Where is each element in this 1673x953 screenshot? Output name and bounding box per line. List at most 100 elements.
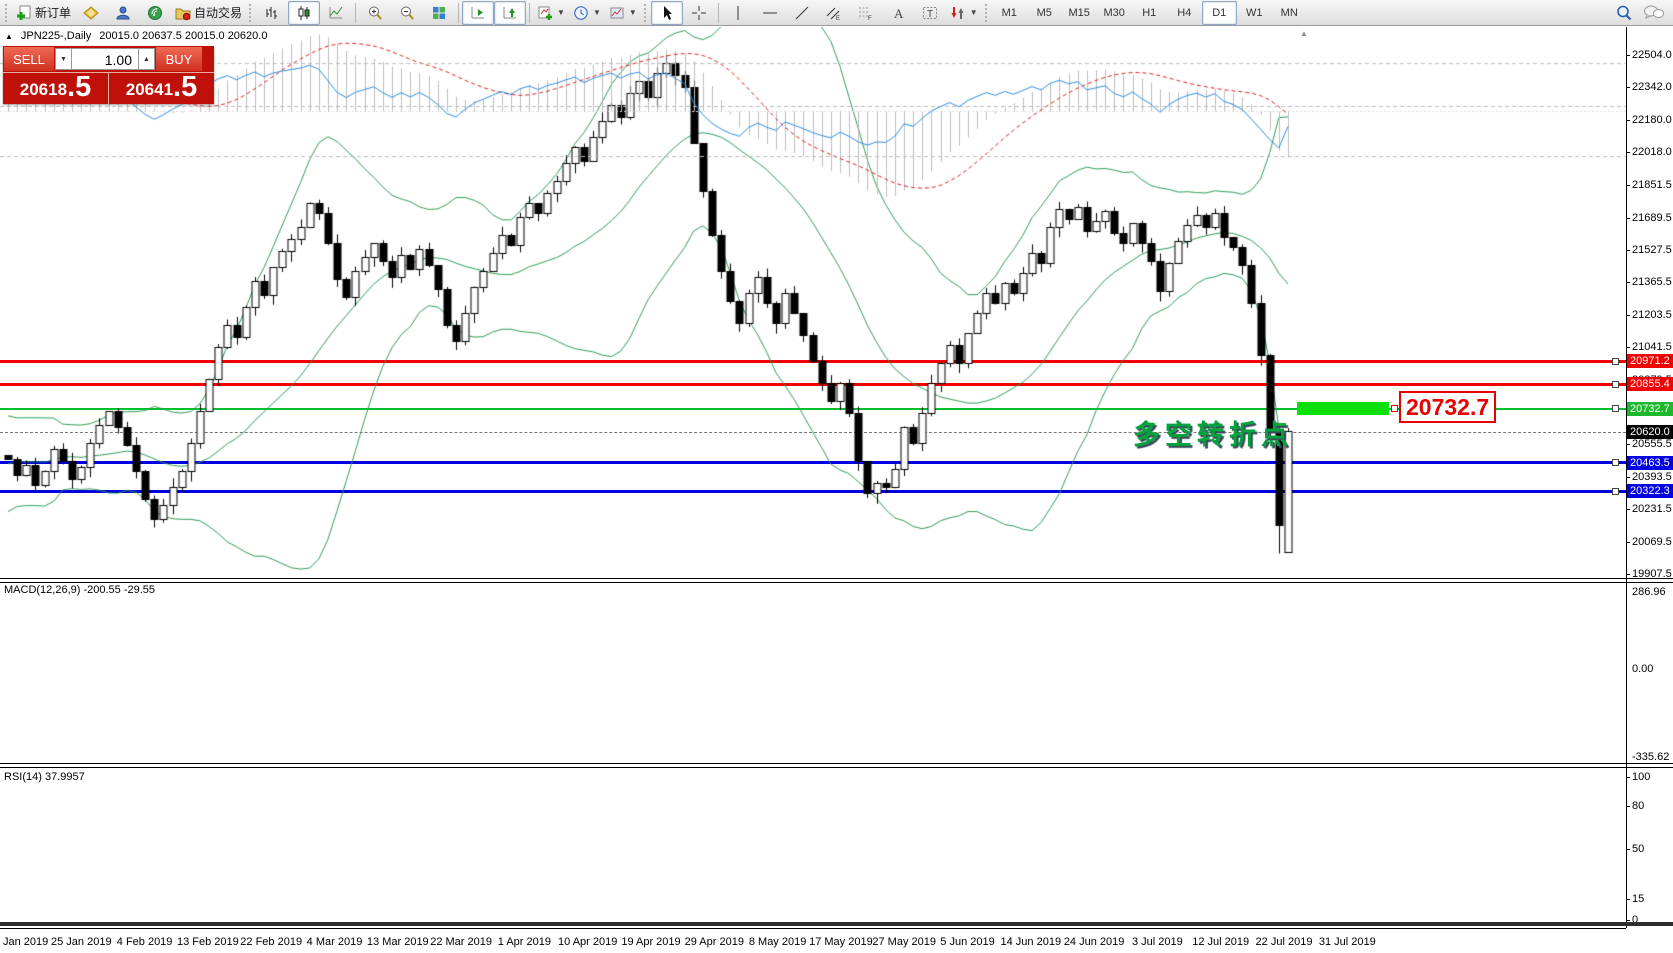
rsi-label: RSI(14) 37.9957 [4, 771, 85, 783]
timeframe-m30[interactable]: M30 [1097, 1, 1132, 25]
pane-separator[interactable] [0, 763, 1673, 768]
timeframe-h4[interactable]: H4 [1167, 1, 1202, 25]
fibonacci-icon: F [858, 5, 874, 21]
text-label-button[interactable]: T [914, 1, 946, 25]
date-label: 22 Jul 2019 [1256, 936, 1313, 948]
axis-tick [1626, 542, 1630, 543]
tile-windows-button[interactable] [423, 1, 455, 25]
sell-button[interactable]: SELL [4, 47, 54, 71]
fibonacci-button[interactable]: F [850, 1, 882, 25]
template-button[interactable]: ▼ [605, 1, 641, 25]
axis-tick [1626, 152, 1630, 153]
crosshair-icon [691, 5, 707, 21]
auto-scroll-button[interactable] [462, 1, 494, 25]
horizontal-line-button[interactable] [754, 1, 786, 25]
date-label: 1 Apr 2019 [498, 936, 551, 948]
date-label: 19 Apr 2019 [621, 936, 680, 948]
date-label: 22 Feb 2019 [240, 936, 302, 948]
crosshair-button[interactable] [683, 1, 715, 25]
volume-decrease-button[interactable]: ▼ [55, 48, 72, 70]
vertical-line-icon [730, 5, 746, 21]
symbol-period-label: JPN225-,Daily [21, 30, 91, 42]
rsi-axis-tick [1626, 806, 1630, 807]
date-label: 13 Mar 2019 [367, 936, 429, 948]
vertical-line-button[interactable] [722, 1, 754, 25]
text-label-icon: T [922, 5, 938, 21]
chart-title: ▲ JPN225-,Daily 20015.0 20637.5 20015.0 … [5, 30, 267, 42]
separator [458, 3, 459, 23]
clock-icon [573, 5, 589, 21]
collapse-triangle-icon[interactable]: ▲ [5, 32, 13, 41]
equidistant-channel-button[interactable]: E [818, 1, 850, 25]
timeframe-h1[interactable]: H1 [1132, 1, 1167, 25]
arrows-button[interactable]: ▼ [946, 1, 982, 25]
chevron-down-icon: ▼ [970, 8, 978, 17]
price-tag: 20463.5 [1627, 456, 1673, 470]
search-icon[interactable] [1615, 4, 1633, 22]
candlestick-chart-button[interactable] [288, 1, 320, 25]
svg-text:F: F [868, 16, 872, 21]
date-label: 10 Apr 2019 [558, 936, 617, 948]
chevron-down-icon: ▼ [593, 8, 601, 17]
chart-shift-button[interactable] [494, 1, 526, 25]
new-order-button[interactable]: 新订单 [12, 1, 75, 25]
sell-price[interactable]: 20618.5 [3, 73, 109, 104]
chart-window: ▲ JPN225-,Daily 20015.0 20637.5 20015.0 … [0, 27, 1673, 953]
profile-button[interactable] [107, 1, 139, 25]
timeframe-m5[interactable]: M5 [1027, 1, 1062, 25]
timeframe-d1[interactable]: D1 [1202, 1, 1237, 25]
date-label: 3 Jul 2019 [1132, 936, 1183, 948]
axis-tick [1626, 444, 1630, 445]
rsi-canvas[interactable] [0, 27, 1626, 186]
chevron-down-icon: ▼ [629, 8, 637, 17]
autotrade-button[interactable]: 自动交易 [171, 1, 246, 25]
buy-price[interactable]: 20641.5 [109, 73, 214, 104]
bar-chart-button[interactable] [256, 1, 288, 25]
zoom-in-button[interactable] [359, 1, 391, 25]
axis-tick-label: 21041.5 [1632, 341, 1672, 353]
toolbar-drag-handle[interactable] [5, 4, 9, 22]
highlight-box[interactable] [1297, 402, 1389, 415]
zoom-out-icon [399, 5, 415, 21]
rsi-axis-tick [1626, 920, 1630, 921]
axis-tick [1626, 282, 1630, 283]
axis-tick-label: 20069.5 [1632, 536, 1672, 548]
date-label: 27 May 2019 [872, 936, 936, 948]
axis-tick [1626, 477, 1630, 478]
gold-icon [83, 5, 99, 21]
axis-tick-label: 20393.5 [1632, 471, 1672, 483]
timeframe-mn[interactable]: MN [1272, 1, 1307, 25]
timeframe-w1[interactable]: W1 [1237, 1, 1272, 25]
volume-increase-button[interactable]: ▲ [138, 48, 155, 70]
callout-anchor-handle[interactable] [1391, 405, 1398, 412]
rsi-axis-label: 50 [1632, 843, 1672, 855]
axis-tick [1626, 574, 1630, 575]
signal-icon [147, 5, 163, 21]
timeframe-m15[interactable]: M15 [1062, 1, 1097, 25]
text-button[interactable]: A [882, 1, 914, 25]
timeframe-m1[interactable]: M1 [992, 1, 1027, 25]
chat-icon[interactable] [1643, 4, 1665, 22]
volume-input[interactable]: 1.00 [72, 48, 138, 70]
date-label: 13 Feb 2019 [177, 936, 239, 948]
period-button[interactable]: ▼ [569, 1, 605, 25]
axis-tick [1626, 347, 1630, 348]
level-callout-label[interactable]: 20732.7 [1399, 391, 1496, 423]
buy-button[interactable]: BUY [156, 47, 202, 71]
signal-button[interactable] [139, 1, 171, 25]
pane-separator[interactable] [0, 578, 1673, 583]
trendline-button[interactable] [786, 1, 818, 25]
rsi-axis-label: 80 [1632, 800, 1672, 812]
arrows-icon [950, 5, 966, 21]
cursor-button[interactable] [651, 1, 683, 25]
gold-button[interactable] [75, 1, 107, 25]
zoom-out-button[interactable] [391, 1, 423, 25]
pivot-annotation-text[interactable]: 多空转折点 [1133, 413, 1293, 452]
auto-scroll-icon [470, 5, 486, 21]
chart-shift-marker-icon[interactable]: ▲ [1300, 29, 1308, 38]
new-chart-button[interactable]: ▼ [533, 1, 569, 25]
svg-text:T: T [927, 9, 933, 20]
line-chart-icon [328, 5, 344, 21]
ohlc-values: 20015.0 20637.5 20015.0 20620.0 [99, 30, 267, 42]
line-chart-button[interactable] [320, 1, 352, 25]
